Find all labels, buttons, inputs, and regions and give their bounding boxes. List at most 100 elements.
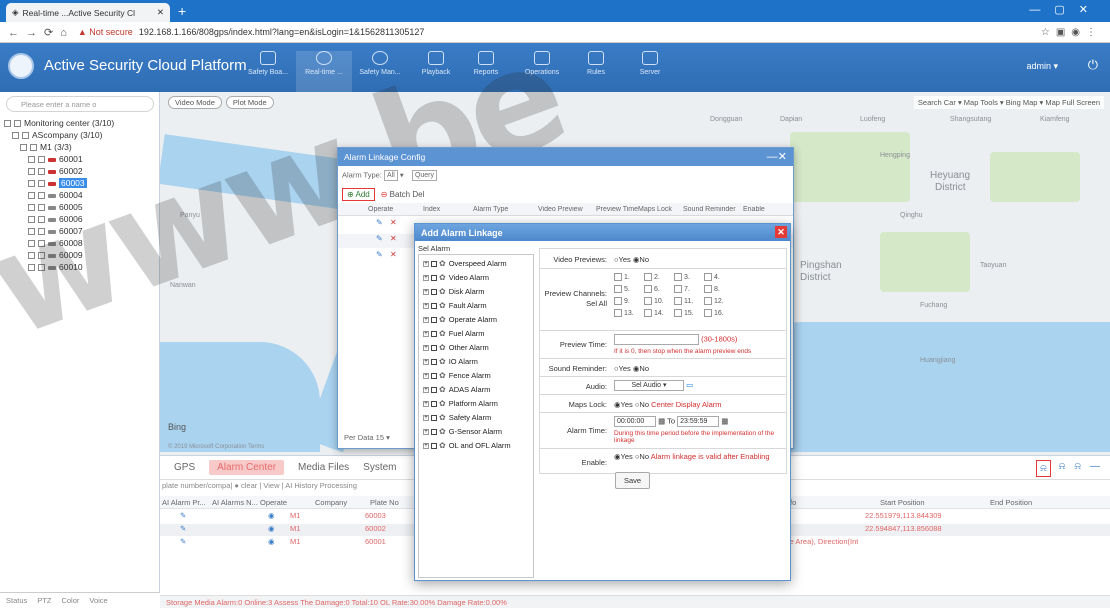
close-icon[interactable]: ✕ [775,226,787,238]
alarm-tree-item[interactable]: + ✿ Fuel Alarm [423,329,485,338]
view-icon[interactable]: ◉ [268,537,275,546]
calendar-icon[interactable]: ▦ [721,416,728,425]
tree-node[interactable]: Monitoring center (3/10) [4,118,114,128]
tab-ptz[interactable]: PTZ [37,596,51,605]
window-controls[interactable]: —▢✕ [1029,3,1102,16]
nav-server[interactable]: Server [622,51,678,76]
tree-node[interactable]: M1 (3/3) [20,142,72,152]
alarm-tree-item[interactable]: + ✿ Disk Alarm [423,287,485,296]
edit-icon[interactable]: ✎ [180,537,186,546]
alarm-tree-item[interactable]: + ✿ Overspeed Alarm [423,259,507,268]
tree-vehicle[interactable]: 60003 [28,178,87,188]
view-icon[interactable]: ◉ [268,511,275,520]
sel-all-checkbox[interactable]: Sel All [540,299,610,308]
nav-reports[interactable]: Reports [458,51,514,76]
edit-icon[interactable]: ✎ [180,511,186,520]
map-toolbar[interactable]: Search Car ▾ Map Tools ▾ Bing Map ▾ Map … [913,96,1104,109]
tree-vehicle[interactable]: 60006 [28,214,83,224]
calendar-icon[interactable]: ▦ [658,416,665,425]
plot-mode-tab[interactable]: Plot Mode [225,96,274,109]
save-button[interactable]: Save [615,472,651,489]
video-previews-radio[interactable]: ○Yes ◉No [614,255,649,264]
alarm-tree-item[interactable]: + ✿ OL and OFL Alarm [423,441,511,450]
pager[interactable]: Per Data 15 ▾ [344,433,390,442]
alarm-filter-icon[interactable]: ⍾ [1074,461,1081,476]
nav-playback[interactable]: Playback [408,51,464,76]
nav-operations[interactable]: Operations [514,51,570,76]
tab-system[interactable]: System [363,462,396,473]
user-menu[interactable]: admin ▾ [1026,61,1058,72]
enable-radio[interactable]: ◉Yes ○No Alarm linkage is valid after En… [614,453,786,461]
alarm-tree-item[interactable]: + ✿ IO Alarm [423,357,478,366]
enable-row: Enable: ◉Yes ○No Alarm linkage is valid … [539,448,787,474]
edit-icon[interactable]: ✎ [376,250,383,259]
alarm-tree-item[interactable]: + ✿ G-Sensor Alarm [423,427,502,436]
alarm-tree-item[interactable]: + ✿ ADAS Alarm [423,385,490,394]
address-bar[interactable]: ←→⟳⌂ ▲ Not secure 192.168.1.166/808gps/i… [0,22,1110,43]
audio-select[interactable]: Sel Audio ▾ [614,380,684,391]
query-button[interactable]: Query [411,170,438,181]
browser-tab[interactable]: ◈ Real-time ...Active Security Cl ✕ [6,3,170,22]
sound-reminder-radio[interactable]: ○Yes ◉No [614,364,649,373]
col-header: End Position [990,498,1033,507]
browser-extension-icons[interactable]: ☆▣◉⋮ [1041,27,1102,38]
alarm-tree-item[interactable]: + ✿ Platform Alarm [423,399,498,408]
preview-time-input[interactable] [614,334,699,345]
add-button[interactable]: ⊕ Add [342,188,375,201]
alarm-tree-item[interactable]: + ✿ Safety Alarm [423,413,491,422]
time-from-input[interactable]: 00:00:00 [614,416,656,427]
url-text[interactable]: 192.168.1.166/808gps/index.html?lang=en&… [139,27,425,37]
tab-gps[interactable]: GPS [174,462,195,473]
tab-status[interactable]: Status [6,596,27,605]
minimize-icon[interactable]: — [1090,461,1100,476]
monitor-icon[interactable]: ▭ [686,380,693,389]
nav-buttons-icon[interactable]: ←→⟳⌂ [8,26,74,39]
view-icon[interactable]: ◉ [268,524,275,533]
tree-vehicle[interactable]: 60009 [28,250,83,260]
maps-lock-radio[interactable]: ◉Yes ○No Center Display Alarm [614,400,722,409]
location-pin-icon [316,51,332,65]
tree-vehicle[interactable]: 60010 [28,262,83,272]
alarm-tree-item[interactable]: + ✿ Fence Alarm [423,371,491,380]
batch-delete-button[interactable]: ⊖ Batch Del [379,188,427,201]
nav-real-time[interactable]: Real-time ... [296,51,352,92]
alarm-linkage-icon[interactable]: ⍾ [1036,460,1051,477]
alarm-config-icon[interactable]: ⍾ [1059,461,1066,476]
delete-icon[interactable]: ✕ [390,250,397,259]
tree-vehicle[interactable]: 60001 [28,154,83,164]
close-icon[interactable]: —✕ [767,150,787,163]
nav-rules[interactable]: Rules [568,51,624,76]
edit-icon[interactable]: ✎ [376,234,383,243]
alarm-type-filter[interactable]: Alarm Type: All ▾ Query [342,170,438,181]
tab-color[interactable]: Color [61,596,79,605]
edit-icon[interactable]: ✎ [376,218,383,227]
time-to-input[interactable]: 23:59:59 [677,416,720,427]
alarm-tree-item[interactable]: + ✿ Fault Alarm [423,301,487,310]
alarm-tree-item[interactable]: + ✿ Operate Alarm [423,315,497,324]
delete-icon[interactable]: ✕ [390,218,397,227]
channel-checkboxes[interactable]: 1. 2. 3. 4. 5. 6. 7. 8. 9. 10. 11. 12. 13. 14. 15. 1… [614,273,734,317]
map-label: Nanwan [170,282,196,289]
nav-safety-management[interactable]: Safety Man... [352,51,408,76]
tree-vehicle[interactable]: 60002 [28,166,83,176]
tree-node[interactable]: AScompany (3/10) [12,130,102,140]
tree-vehicle[interactable]: 60008 [28,238,83,248]
close-tab-icon[interactable]: ✕ [157,7,164,18]
tree-vehicle[interactable]: 60005 [28,202,83,212]
power-icon[interactable]: ⏻ [1088,57,1098,73]
alarm-tree-item[interactable]: + ✿ Video Alarm [423,273,489,282]
tab-voice[interactable]: Voice [89,596,107,605]
vehicle-search-input[interactable]: Please enter a name o [6,96,154,112]
edit-icon[interactable]: ✎ [180,524,186,533]
video-mode-tab[interactable]: Video Mode [168,96,222,109]
new-tab-button[interactable]: + [178,3,186,19]
tab-media-files[interactable]: Media Files [298,462,349,473]
tab-alarm-center[interactable]: Alarm Center [209,460,285,475]
delete-icon[interactable]: ✕ [390,234,397,243]
not-secure-badge[interactable]: ▲ Not secure [78,27,133,37]
nav-safety-board[interactable]: Safety Boa... [240,51,296,76]
alarm-tree-item[interactable]: + ✿ Other Alarm [423,343,489,352]
browser-tab-title: Real-time ...Active Security Cl [22,7,135,18]
tree-vehicle[interactable]: 60004 [28,190,83,200]
tree-vehicle[interactable]: 60007 [28,226,83,236]
